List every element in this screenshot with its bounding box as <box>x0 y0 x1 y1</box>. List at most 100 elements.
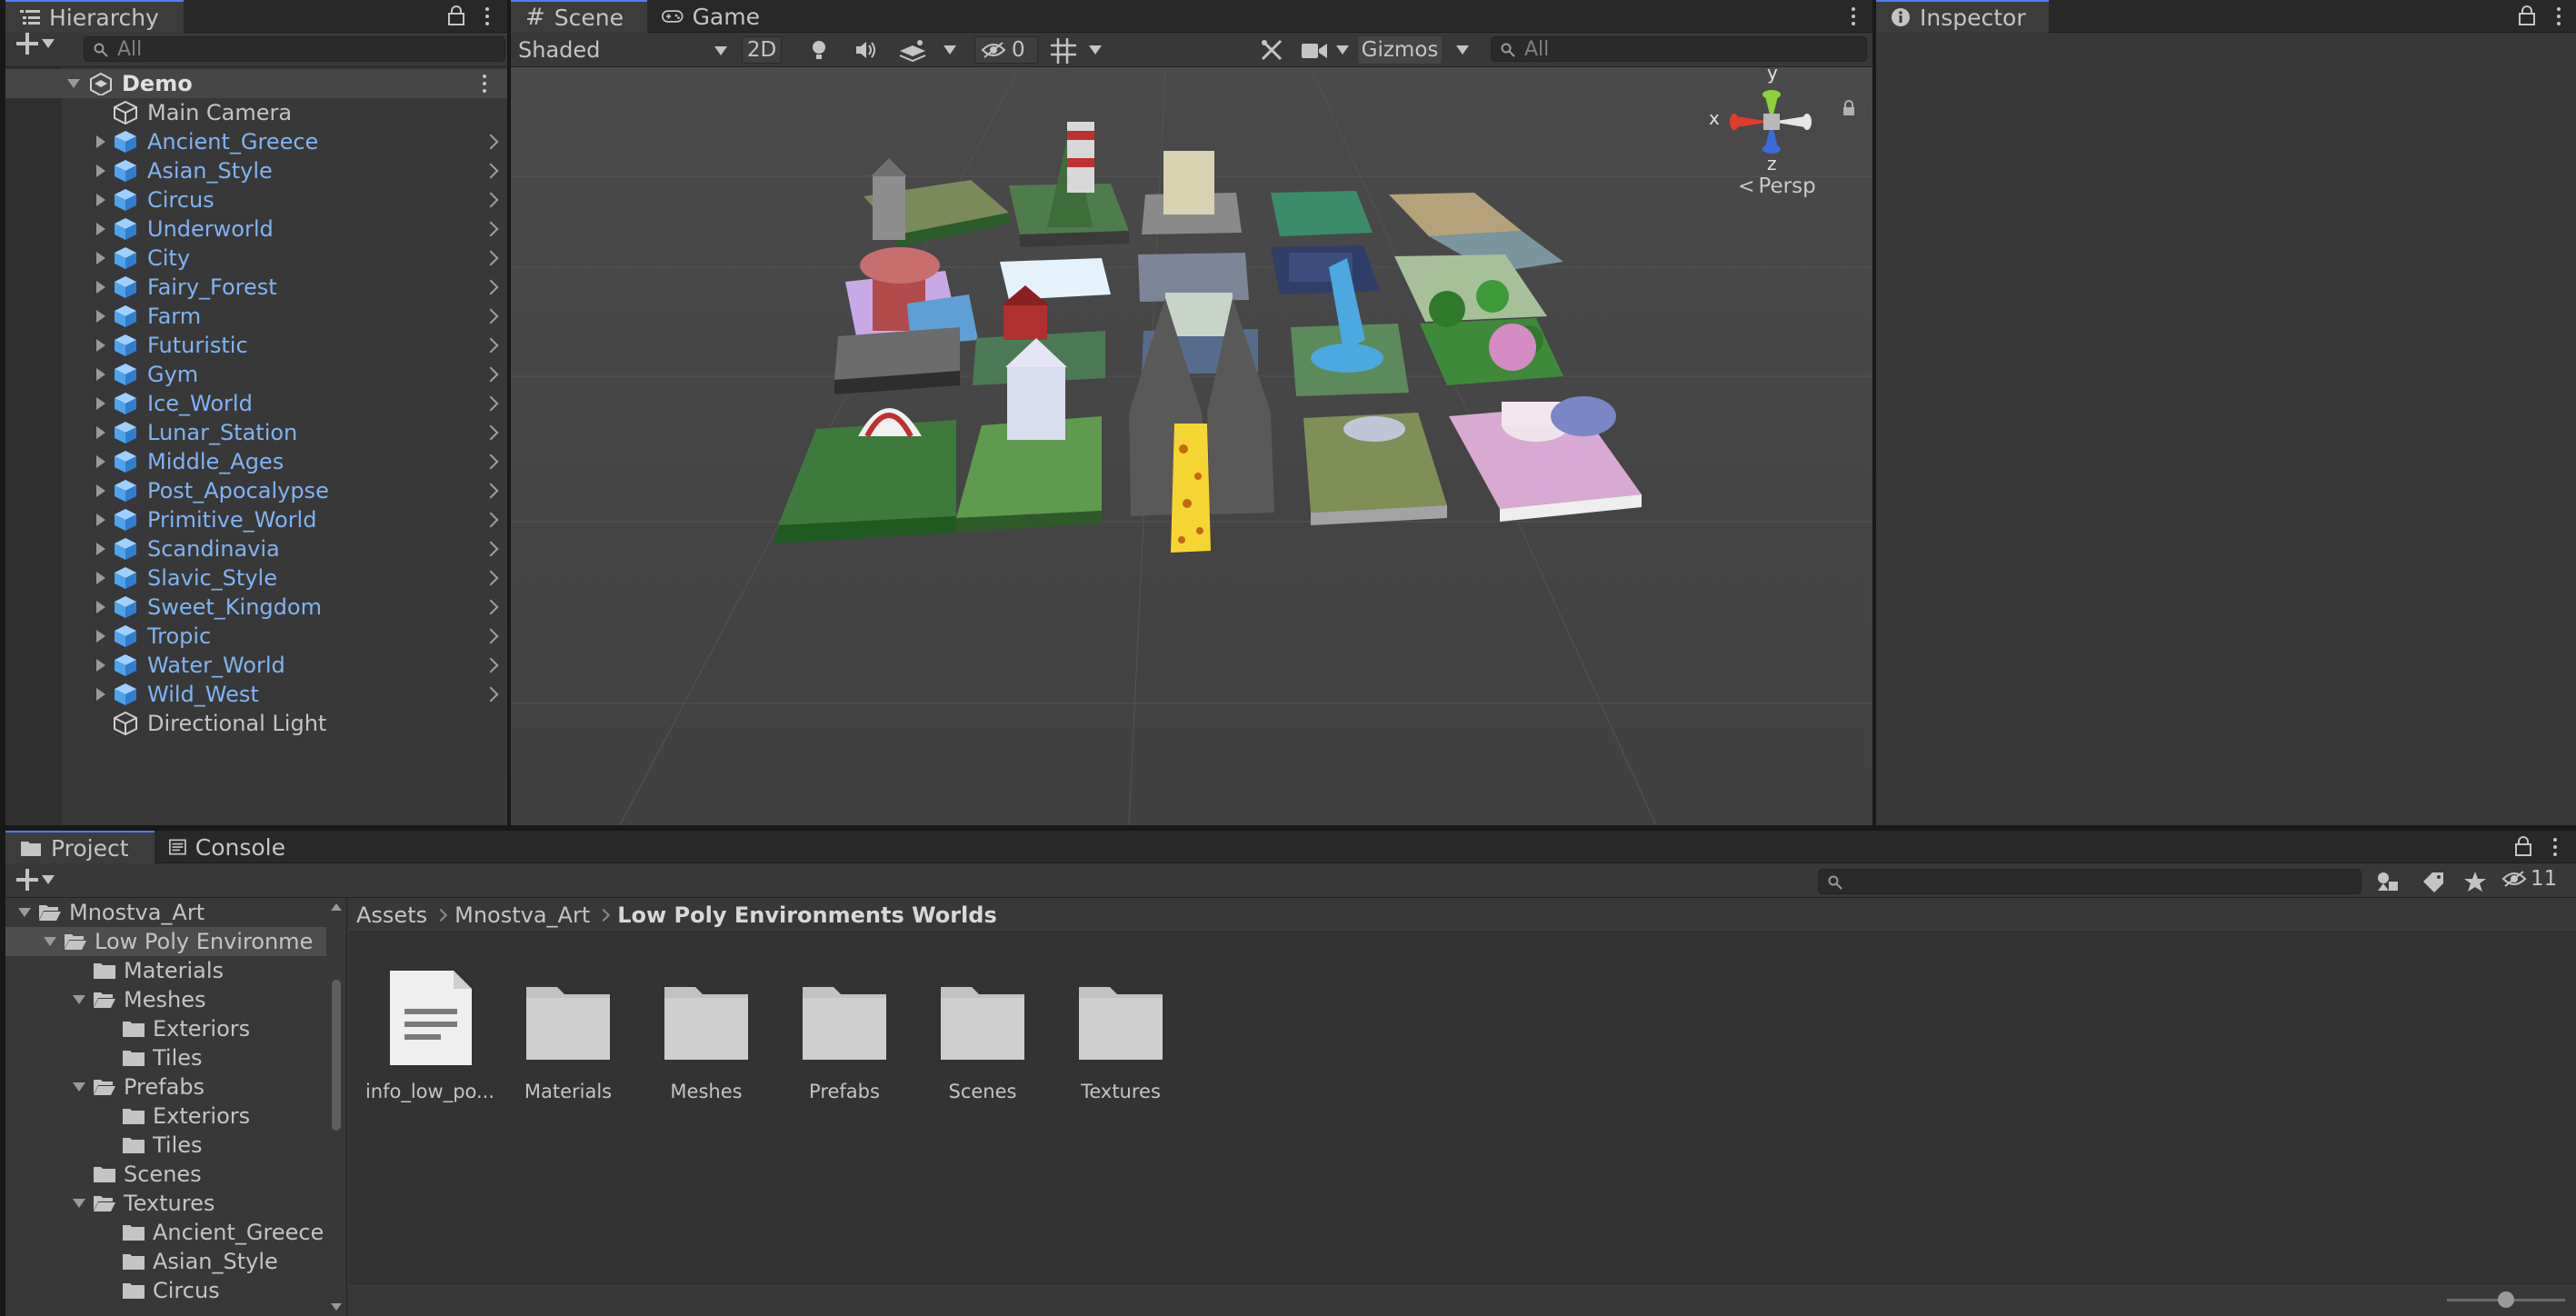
scene-visibility-toggle[interactable]: 0 <box>974 36 1038 64</box>
hierarchy-item[interactable]: Tropic <box>5 622 507 651</box>
folder-tree-item[interactable]: Exteriors <box>5 1014 326 1043</box>
hierarchy-item[interactable]: Post_Apocalypse <box>5 476 507 505</box>
project-menu-icon[interactable] <box>2549 832 2561 862</box>
scene-viewport[interactable]: y x z < Persp <box>511 67 1872 825</box>
hierarchy-item[interactable]: Middle_Ages <box>5 447 507 476</box>
asset-file[interactable]: info_low_po... <box>362 967 498 1102</box>
hierarchy-item[interactable]: Main Camera <box>5 98 507 127</box>
asset-folder[interactable]: Meshes <box>638 967 774 1102</box>
open-prefab-chevron-icon[interactable] <box>483 192 499 208</box>
hierarchy-item[interactable]: Asian_Style <box>5 156 507 185</box>
zoom-slider-thumb[interactable] <box>2498 1291 2514 1308</box>
expand-arrow-icon[interactable] <box>96 252 105 264</box>
gizmo-lock-icon[interactable] <box>1842 100 1856 116</box>
expand-arrow-icon[interactable] <box>96 659 105 672</box>
expand-arrow-icon[interactable] <box>96 455 105 468</box>
hierarchy-item[interactable]: Sweet_Kingdom <box>5 593 507 622</box>
hierarchy-item[interactable]: Directional Light <box>5 709 507 738</box>
hierarchy-item[interactable]: Underworld <box>5 214 507 244</box>
tab-console[interactable]: Console <box>155 831 300 863</box>
effects-dropdown-icon[interactable] <box>944 45 956 55</box>
open-prefab-chevron-icon[interactable] <box>483 512 499 528</box>
expand-arrow-icon[interactable] <box>96 310 105 323</box>
open-prefab-chevron-icon[interactable] <box>483 395 499 412</box>
tab-project[interactable]: Project <box>5 831 155 863</box>
effects-toggle-icon[interactable] <box>898 38 927 62</box>
tools-icon[interactable] <box>1260 38 1283 62</box>
scene-row-demo[interactable]: Demo <box>5 69 507 98</box>
scene-search-input[interactable]: All <box>1491 36 1867 62</box>
expand-arrow-icon[interactable] <box>96 223 105 235</box>
hierarchy-item[interactable]: Fairy_Forest <box>5 273 507 302</box>
zoom-slider[interactable] <box>2447 1291 2565 1308</box>
expand-arrow-icon[interactable] <box>18 908 31 917</box>
hierarchy-item[interactable]: Farm <box>5 302 507 331</box>
lighting-toggle-icon[interactable] <box>811 40 827 60</box>
tab-inspector[interactable]: Inspector <box>1876 0 2049 33</box>
tree-scrollbar-thumb[interactable] <box>332 980 341 1131</box>
expand-arrow-icon[interactable] <box>73 1082 85 1092</box>
camera-dropdown-icon[interactable] <box>1336 45 1349 55</box>
gizmos-dropdown-icon[interactable] <box>1456 45 1469 55</box>
hierarchy-menu-icon[interactable] <box>481 2 494 31</box>
inspector-menu-icon[interactable] <box>2552 2 2565 31</box>
folder-tree-item[interactable]: Prefabs <box>5 1072 326 1102</box>
hierarchy-item[interactable]: Slavic_Style <box>5 563 507 593</box>
asset-folder[interactable]: Textures <box>1053 967 1189 1102</box>
tab-game[interactable]: Game <box>647 0 774 33</box>
folder-tree-item[interactable]: Scenes <box>5 1160 326 1189</box>
open-prefab-chevron-icon[interactable] <box>483 570 499 586</box>
grid-dropdown-icon[interactable] <box>1089 45 1102 55</box>
lock-icon[interactable] <box>447 5 465 25</box>
expand-arrow-icon[interactable] <box>96 572 105 584</box>
expand-arrow-icon[interactable] <box>44 937 56 946</box>
expand-arrow-icon[interactable] <box>96 164 105 177</box>
toggle-2d-button[interactable]: 2D <box>742 36 782 64</box>
expand-arrow-icon[interactable] <box>67 79 80 88</box>
folder-tree-item[interactable]: Materials <box>5 956 326 985</box>
scroll-up-icon[interactable] <box>331 903 342 911</box>
hierarchy-item[interactable]: Lunar_Station <box>5 418 507 447</box>
open-prefab-chevron-icon[interactable] <box>483 279 499 295</box>
expand-arrow-icon[interactable] <box>96 688 105 701</box>
hierarchy-item[interactable]: Wild_West <box>5 680 507 709</box>
folder-tree-item[interactable]: Low Poly Environme <box>5 927 326 956</box>
folder-tree-item[interactable]: Exteriors <box>5 1102 326 1131</box>
open-prefab-chevron-icon[interactable] <box>483 250 499 266</box>
lock-icon[interactable] <box>2514 836 2532 856</box>
gizmos-button[interactable]: Gizmos <box>1358 36 1442 64</box>
hierarchy-item[interactable]: Gym <box>5 360 507 389</box>
folder-tree-item[interactable]: Circus <box>5 1276 326 1305</box>
open-prefab-chevron-icon[interactable] <box>483 221 499 237</box>
folder-tree-item[interactable]: Ancient_Greece <box>5 1218 326 1247</box>
open-prefab-chevron-icon[interactable] <box>483 454 499 470</box>
expand-arrow-icon[interactable] <box>96 426 105 439</box>
expand-arrow-icon[interactable] <box>96 135 105 148</box>
expand-arrow-icon[interactable] <box>96 543 105 555</box>
open-prefab-chevron-icon[interactable] <box>483 134 499 150</box>
open-prefab-chevron-icon[interactable] <box>483 337 499 354</box>
folder-tree-item[interactable]: Tiles <box>5 1043 326 1072</box>
open-prefab-chevron-icon[interactable] <box>483 657 499 673</box>
scroll-down-icon[interactable] <box>331 1303 342 1311</box>
expand-arrow-icon[interactable] <box>96 397 105 410</box>
project-search-input[interactable] <box>1818 869 2361 894</box>
audio-toggle-icon[interactable] <box>854 40 878 60</box>
hierarchy-item[interactable]: Ancient_Greece <box>5 127 507 156</box>
folder-tree-item[interactable]: Meshes <box>5 985 326 1014</box>
asset-folder[interactable]: Prefabs <box>776 967 913 1102</box>
scene-menu-icon[interactable] <box>1847 2 1860 31</box>
folder-tree-item[interactable]: Asian_Style <box>5 1247 326 1276</box>
expand-arrow-icon[interactable] <box>96 339 105 352</box>
breadcrumb-current[interactable]: Low Poly Environments Worlds <box>617 902 997 928</box>
open-prefab-chevron-icon[interactable] <box>483 686 499 703</box>
folder-tree-item[interactable]: Mnostva_Art <box>5 898 326 927</box>
open-prefab-chevron-icon[interactable] <box>483 541 499 557</box>
hierarchy-item[interactable]: Primitive_World <box>5 505 507 534</box>
open-prefab-chevron-icon[interactable] <box>483 483 499 499</box>
asset-folder[interactable]: Materials <box>500 967 636 1102</box>
asset-folder[interactable]: Scenes <box>914 967 1051 1102</box>
expand-arrow-icon[interactable] <box>73 995 85 1004</box>
hierarchy-item[interactable]: Circus <box>5 185 507 214</box>
expand-arrow-icon[interactable] <box>96 484 105 497</box>
